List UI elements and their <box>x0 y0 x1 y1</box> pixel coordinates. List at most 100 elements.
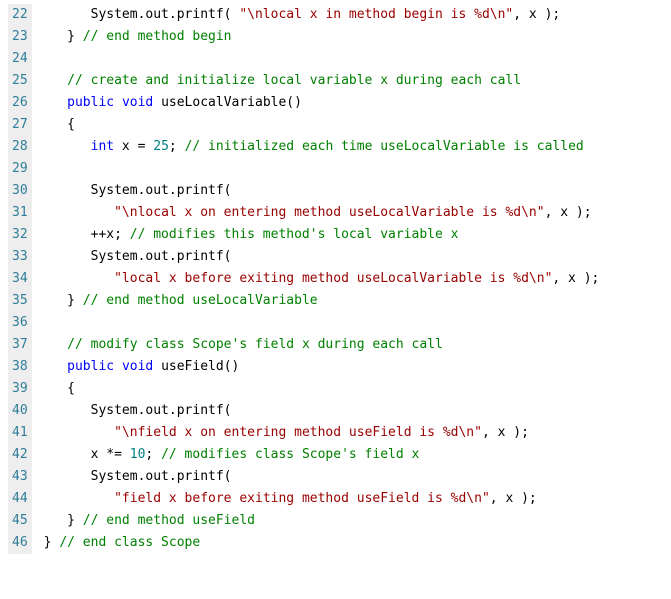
line-number: 28 <box>8 136 32 158</box>
code-line: System.out.printf( <box>44 246 600 268</box>
token-t <box>44 425 114 440</box>
token-t <box>44 271 114 286</box>
line-number-gutter: 2223242526272829303132333435363738394041… <box>8 4 44 554</box>
token-t <box>44 139 91 154</box>
token-k: public <box>67 359 114 374</box>
token-c: // end method begin <box>83 29 232 44</box>
token-s: "\nfield x on entering method useField i… <box>114 425 482 440</box>
code-line: "local x before exiting method useLocalV… <box>44 268 600 290</box>
line-number: 31 <box>8 202 32 224</box>
code-line: // modify class Scope's field x during e… <box>44 334 600 356</box>
token-t: ; <box>169 139 185 154</box>
token-t <box>114 95 122 110</box>
token-t <box>44 491 114 506</box>
token-n: 25 <box>153 139 169 154</box>
code-line: public void useLocalVariable() <box>44 92 600 114</box>
line-number: 29 <box>8 158 32 180</box>
token-k: void <box>122 359 153 374</box>
token-t <box>44 205 114 220</box>
code-line: { <box>44 114 600 136</box>
code-line: public void useField() <box>44 356 600 378</box>
token-c: // end class Scope <box>59 535 200 550</box>
code-line <box>44 48 600 70</box>
code-line: } // end method useLocalVariable <box>44 290 600 312</box>
code-line: // create and initialize local variable … <box>44 70 600 92</box>
token-t <box>44 95 67 110</box>
line-number: 36 <box>8 312 32 334</box>
token-s: "local x before exiting method useLocalV… <box>114 271 552 286</box>
line-number: 25 <box>8 70 32 92</box>
code-line: ++x; // modifies this method's local var… <box>44 224 600 246</box>
line-number: 38 <box>8 356 32 378</box>
token-k: void <box>122 95 153 110</box>
token-n: 10 <box>130 447 146 462</box>
token-c: // initialized each time useLocalVariabl… <box>185 139 584 154</box>
code-line: System.out.printf( "\nlocal x in method … <box>44 4 600 26</box>
token-t: { <box>44 381 75 396</box>
code-line: } // end method begin <box>44 26 600 48</box>
token-t <box>114 359 122 374</box>
token-t: System.out.printf( <box>44 7 240 22</box>
token-t: } <box>44 293 83 308</box>
token-c: // end method useLocalVariable <box>83 293 318 308</box>
line-number: 44 <box>8 488 32 510</box>
token-t: , x ); <box>513 7 560 22</box>
token-c: // create and initialize local variable … <box>67 73 521 88</box>
line-number: 32 <box>8 224 32 246</box>
code-line <box>44 312 600 334</box>
token-t: } <box>44 535 60 550</box>
token-t: { <box>44 117 75 132</box>
token-s: "\nlocal x on entering method useLocalVa… <box>114 205 544 220</box>
line-number: 34 <box>8 268 32 290</box>
token-t: ; <box>145 447 161 462</box>
token-c: // modify class Scope's field x during e… <box>67 337 443 352</box>
token-s: "\nlocal x in method begin is %d\n" <box>239 7 513 22</box>
line-number: 27 <box>8 114 32 136</box>
line-number: 45 <box>8 510 32 532</box>
token-t: , x ); <box>552 271 599 286</box>
code-line: { <box>44 378 600 400</box>
line-number: 41 <box>8 422 32 444</box>
line-number: 46 <box>8 532 32 554</box>
code-line: System.out.printf( <box>44 466 600 488</box>
line-number: 30 <box>8 180 32 202</box>
line-number: 42 <box>8 444 32 466</box>
token-k: int <box>91 139 114 154</box>
token-t: System.out.printf( <box>44 249 232 264</box>
line-number: 35 <box>8 290 32 312</box>
token-c: // end method useField <box>83 513 255 528</box>
code-line: x *= 10; // modifies class Scope's field… <box>44 444 600 466</box>
token-t: , x ); <box>490 491 537 506</box>
token-t <box>44 359 67 374</box>
line-number: 22 <box>8 4 32 26</box>
code-line: int x = 25; // initialized each time use… <box>44 136 600 158</box>
line-number: 24 <box>8 48 32 70</box>
code-line: } // end method useField <box>44 510 600 532</box>
token-k: public <box>67 95 114 110</box>
code-line: "\nfield x on entering method useField i… <box>44 422 600 444</box>
code-line: System.out.printf( <box>44 400 600 422</box>
token-t: , x ); <box>545 205 592 220</box>
code-line <box>44 158 600 180</box>
token-t: } <box>44 513 83 528</box>
token-t: x *= <box>44 447 130 462</box>
token-t <box>44 73 67 88</box>
line-number: 33 <box>8 246 32 268</box>
code-line: "field x before exiting method useField … <box>44 488 600 510</box>
token-t: System.out.printf( <box>44 403 232 418</box>
code-line: System.out.printf( <box>44 180 600 202</box>
token-t: System.out.printf( <box>44 469 232 484</box>
line-number: 37 <box>8 334 32 356</box>
token-t: useLocalVariable() <box>153 95 302 110</box>
token-t: x = <box>114 139 153 154</box>
token-s: "field x before exiting method useField … <box>114 491 490 506</box>
token-t: , x ); <box>482 425 529 440</box>
line-number: 43 <box>8 466 32 488</box>
code-line: } // end class Scope <box>44 532 600 554</box>
line-number: 26 <box>8 92 32 114</box>
line-number: 40 <box>8 400 32 422</box>
line-number: 23 <box>8 26 32 48</box>
token-c: // modifies this method's local variable… <box>130 227 459 242</box>
code-content: System.out.printf( "\nlocal x in method … <box>44 4 600 554</box>
code-line: "\nlocal x on entering method useLocalVa… <box>44 202 600 224</box>
